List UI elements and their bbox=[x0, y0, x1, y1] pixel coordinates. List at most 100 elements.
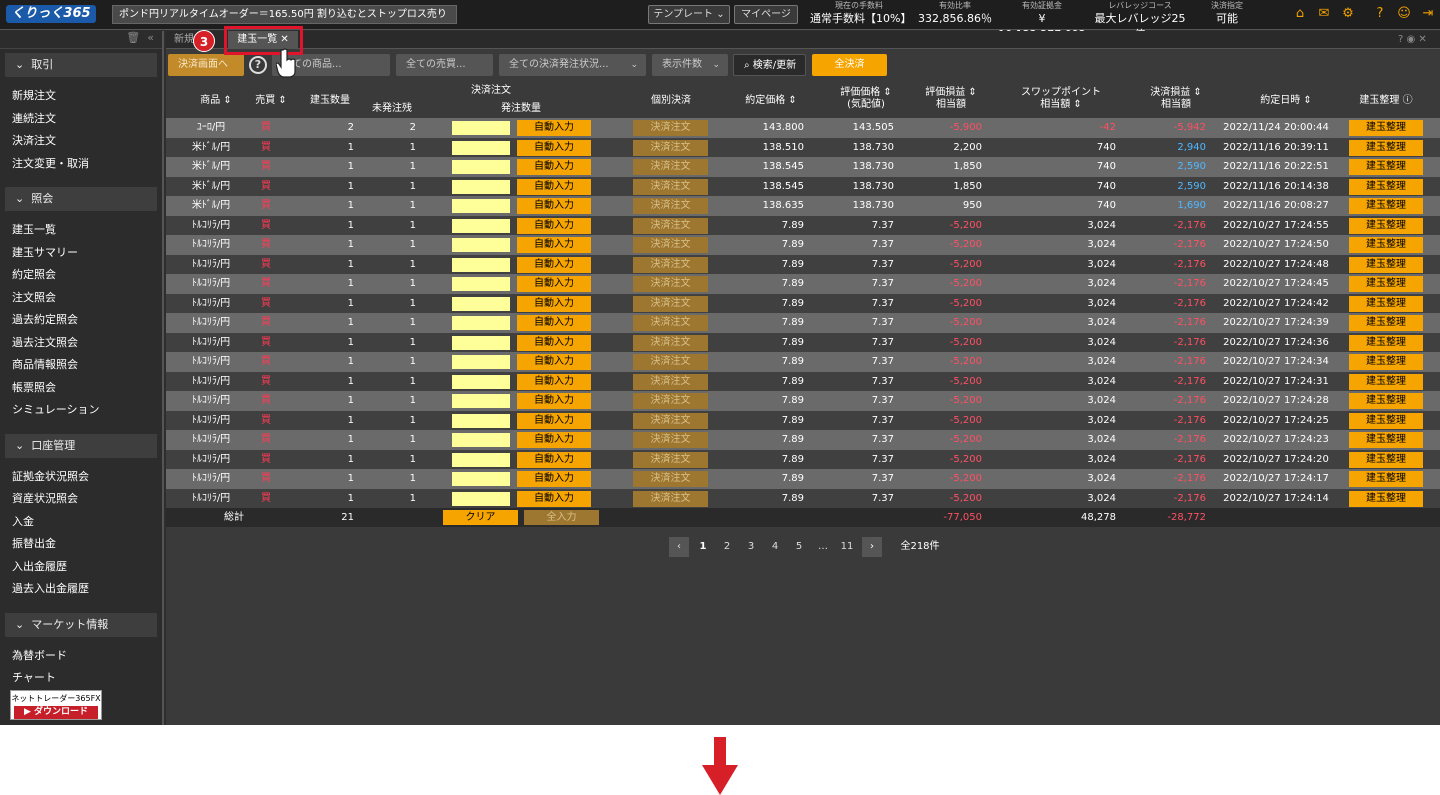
home-icon[interactable]: ⌂ bbox=[1292, 6, 1308, 22]
sidebar-item[interactable]: 新規注文 bbox=[0, 85, 162, 108]
side-filter[interactable]: 全ての売買... bbox=[396, 54, 493, 76]
auto-input-button[interactable]: 自動入力 bbox=[517, 120, 591, 136]
col-datetime[interactable]: 約定日時 ⇕ bbox=[1246, 95, 1326, 107]
order-qty-input[interactable] bbox=[452, 433, 510, 447]
settle-order-button[interactable]: 決済注文 bbox=[633, 237, 708, 253]
organize-button[interactable]: 建玉整理 bbox=[1349, 334, 1423, 351]
order-qty-input[interactable] bbox=[452, 413, 510, 428]
settle-order-button[interactable]: 決済注文 bbox=[633, 334, 708, 351]
col-eval-price[interactable]: 評価価格 ⇕ (気配値) bbox=[826, 87, 906, 111]
order-qty-input[interactable] bbox=[452, 218, 510, 233]
logo[interactable]: くりっく365 bbox=[6, 5, 96, 23]
organize-button[interactable]: 建玉整理 bbox=[1349, 451, 1423, 468]
settle-order-button[interactable]: 決済注文 bbox=[633, 159, 708, 175]
settle-order-button[interactable]: 決済注文 bbox=[633, 432, 708, 448]
sidebar-item[interactable]: 振替出金 bbox=[0, 533, 162, 556]
page-number[interactable]: 11 bbox=[840, 537, 854, 557]
sidebar-item[interactable]: 建玉サマリー bbox=[0, 242, 162, 265]
settle-order-button[interactable]: 決済注文 bbox=[633, 451, 708, 468]
order-qty-input[interactable] bbox=[452, 472, 510, 486]
organize-button[interactable]: 建玉整理 bbox=[1349, 315, 1423, 331]
order-qty-input[interactable] bbox=[452, 199, 510, 213]
organize-button[interactable]: 建玉整理 bbox=[1349, 276, 1423, 292]
template-button[interactable]: テンプレート ⌄ bbox=[648, 5, 730, 24]
trash-icon[interactable]: 🗑 bbox=[126, 31, 140, 44]
settle-order-button[interactable]: 決済注文 bbox=[633, 412, 708, 429]
order-qty-input[interactable] bbox=[452, 121, 510, 135]
organize-button[interactable]: 建玉整理 bbox=[1349, 393, 1423, 409]
organize-button[interactable]: 建玉整理 bbox=[1349, 198, 1423, 214]
settle-order-button[interactable]: 決済注文 bbox=[633, 256, 708, 273]
organize-button[interactable]: 建玉整理 bbox=[1349, 471, 1423, 487]
sidebar-item[interactable]: 注文照会 bbox=[0, 287, 162, 310]
organize-button[interactable]: 建玉整理 bbox=[1349, 178, 1423, 195]
sidebar-section-header[interactable]: ⌄ マーケット情報 bbox=[5, 612, 157, 637]
sidebar-item[interactable]: 過去注文照会 bbox=[0, 332, 162, 355]
order-qty-input[interactable] bbox=[452, 277, 510, 291]
col-eval-pl[interactable]: 評価損益 ⇕ 相当額 bbox=[916, 87, 986, 111]
auto-input-button[interactable]: 自動入力 bbox=[517, 159, 591, 175]
next-page-icon[interactable]: › bbox=[862, 537, 882, 557]
sidebar-item[interactable]: 資産状況照会 bbox=[0, 488, 162, 511]
all-input-button[interactable]: 全入力 bbox=[524, 510, 599, 525]
col-swap[interactable]: スワップポイント 相当額 ⇕ bbox=[1006, 87, 1116, 111]
logout-icon[interactable]: ⇥ bbox=[1420, 6, 1436, 22]
settle-order-button[interactable]: 決済注文 bbox=[633, 354, 708, 370]
order-qty-input[interactable] bbox=[452, 238, 510, 252]
organize-button[interactable]: 建玉整理 bbox=[1349, 120, 1423, 136]
organize-button[interactable]: 建玉整理 bbox=[1349, 237, 1423, 253]
page-number[interactable]: 5 bbox=[792, 537, 806, 557]
count-select[interactable]: 表示件数 ⌄ bbox=[652, 54, 728, 76]
order-qty-input[interactable] bbox=[452, 452, 510, 467]
sidebar-item[interactable]: 証拠金状況照会 bbox=[0, 466, 162, 489]
organize-button[interactable]: 建玉整理 bbox=[1349, 490, 1423, 507]
auto-input-button[interactable]: 自動入力 bbox=[517, 139, 591, 156]
kessai-screen-button[interactable]: 決済画面へ bbox=[168, 54, 244, 76]
settle-order-button[interactable]: 決済注文 bbox=[633, 139, 708, 156]
settle-order-button[interactable]: 決済注文 bbox=[633, 315, 708, 331]
sidebar-item[interactable]: チャート bbox=[0, 667, 162, 690]
sidebar-item[interactable]: 決済注文 bbox=[0, 130, 162, 153]
auto-input-button[interactable]: 自動入力 bbox=[517, 334, 591, 351]
sidebar-item[interactable]: 建玉一覧 bbox=[0, 219, 162, 242]
settle-order-button[interactable]: 決済注文 bbox=[633, 120, 708, 136]
organize-button[interactable]: 建玉整理 bbox=[1349, 256, 1423, 273]
prev-page-icon[interactable]: ‹ bbox=[669, 537, 689, 557]
auto-input-button[interactable]: 自動入力 bbox=[517, 393, 591, 409]
order-qty-input[interactable] bbox=[452, 394, 510, 408]
sidebar-section-header[interactable]: ⌄ 口座管理 bbox=[5, 433, 157, 458]
sidebar-item[interactable]: 過去入出金履歴 bbox=[0, 578, 162, 601]
sidebar-item[interactable]: 過去約定照会 bbox=[0, 309, 162, 332]
settle-order-button[interactable]: 決済注文 bbox=[633, 295, 708, 312]
col-product[interactable]: 商品 ⇕ bbox=[186, 95, 246, 107]
user-icon[interactable]: ☺ bbox=[1396, 6, 1412, 22]
sidebar-item[interactable]: 帳票照会 bbox=[0, 377, 162, 400]
col-side[interactable]: 売買 ⇕ bbox=[246, 95, 296, 107]
auto-input-button[interactable]: 自動入力 bbox=[517, 256, 591, 273]
gear-icon[interactable]: ⚙ bbox=[1340, 6, 1356, 22]
tab-new[interactable]: 新規 bbox=[174, 31, 194, 49]
auto-input-button[interactable]: 自動入力 bbox=[517, 295, 591, 312]
auto-input-button[interactable]: 自動入力 bbox=[517, 490, 591, 507]
settle-order-button[interactable]: 決済注文 bbox=[633, 490, 708, 507]
search-button[interactable]: ⌕ 検索/更新 bbox=[733, 54, 806, 76]
settle-order-button[interactable]: 決済注文 bbox=[633, 393, 708, 409]
order-qty-input[interactable] bbox=[452, 296, 510, 311]
order-qty-input[interactable] bbox=[452, 140, 510, 155]
auto-input-button[interactable]: 自動入力 bbox=[517, 276, 591, 292]
auto-input-button[interactable]: 自動入力 bbox=[517, 354, 591, 370]
settle-order-button[interactable]: 決済注文 bbox=[633, 198, 708, 214]
page-number[interactable]: 2 bbox=[720, 537, 734, 557]
help-icon[interactable]: ? bbox=[249, 56, 267, 74]
settle-order-button[interactable]: 決済注文 bbox=[633, 471, 708, 487]
status-filter[interactable]: 全ての決済発注状況... ⌄ bbox=[499, 54, 646, 76]
col-price[interactable]: 約定価格 ⇕ bbox=[736, 95, 806, 107]
sidebar-item[interactable]: 約定照会 bbox=[0, 264, 162, 287]
order-qty-input[interactable] bbox=[452, 335, 510, 350]
download-button[interactable]: ▶ ダウンロード bbox=[14, 706, 98, 719]
download-banner[interactable]: ネットトレーダー365FX ▶ ダウンロード bbox=[10, 690, 102, 720]
window-controls-icon[interactable]: ? ◉ ✕ bbox=[1398, 31, 1427, 49]
organize-button[interactable]: 建玉整理 bbox=[1349, 139, 1423, 156]
organize-button[interactable]: 建玉整理 bbox=[1349, 412, 1423, 429]
mail-icon[interactable]: ✉ bbox=[1316, 6, 1332, 22]
